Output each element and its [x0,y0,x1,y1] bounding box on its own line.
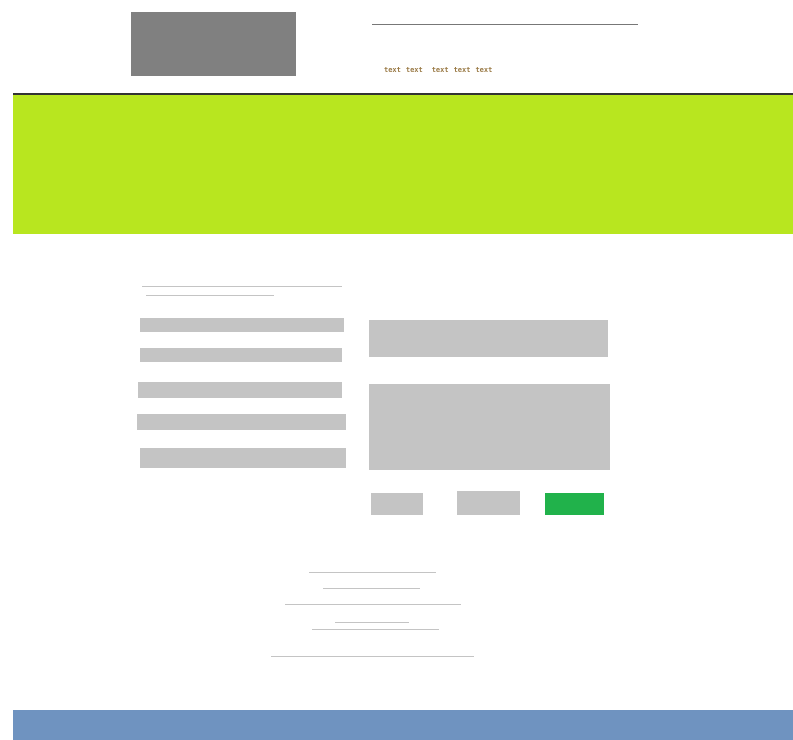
secondary-button[interactable] [371,493,423,515]
submit-button[interactable] [545,493,604,515]
text-line [323,588,420,589]
text-line [335,622,409,623]
nav-link-2[interactable]: text [406,66,423,75]
text-line [309,572,436,573]
footer-bar [13,710,793,740]
text-line [285,604,461,605]
top-nav: text text text text text [384,66,492,75]
text-line [271,656,474,657]
hero-banner [13,95,793,234]
section-heading-line [142,286,342,287]
text-block-placeholder [140,348,342,362]
input-field[interactable] [369,320,608,357]
text-block-placeholder [137,414,346,430]
nav-link-5[interactable]: text [475,66,492,75]
text-block-placeholder [138,382,342,398]
section-subheading-line [146,295,274,296]
nav-link-1[interactable]: text [384,66,401,75]
text-block-placeholder [140,318,344,332]
text-line [312,629,439,630]
header-title-line [372,24,638,25]
textarea-field[interactable] [369,384,610,470]
logo-placeholder [131,12,296,76]
nav-link-4[interactable]: text [454,66,471,75]
text-block-placeholder [140,448,346,468]
secondary-button[interactable] [457,491,520,515]
nav-link-3[interactable]: text [432,66,449,75]
